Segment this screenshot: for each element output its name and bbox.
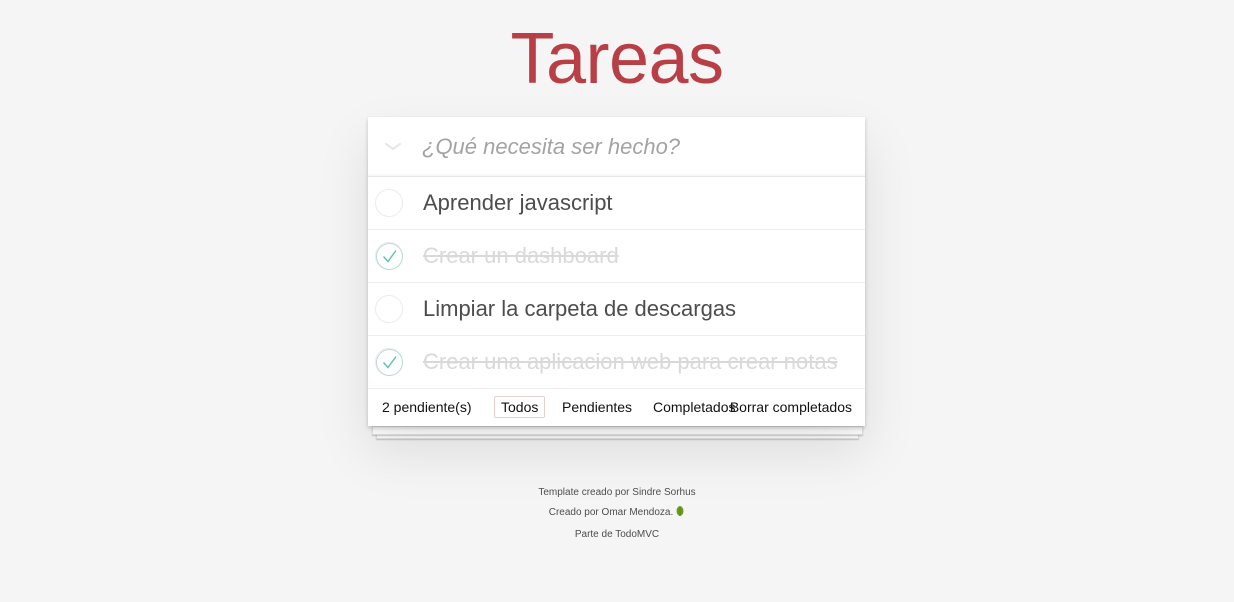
filter-all[interactable]: Todos: [494, 396, 546, 418]
todo-list: Aprender javascript Crear un dashboard L…: [368, 177, 865, 389]
todo-label[interactable]: Limpiar la carpeta de descargas: [423, 283, 736, 335]
todo-item: Crear un dashboard: [368, 230, 865, 283]
todo-checkbox[interactable]: [375, 295, 403, 323]
info-footer: Template creado por Sindre Sorhus Creado…: [0, 483, 1234, 545]
todo-item: Aprender javascript: [368, 177, 865, 230]
todo-label[interactable]: Crear una aplicacion web para crear nota…: [423, 336, 838, 388]
cactus-icon: [675, 505, 685, 525]
checkmark-icon: [376, 243, 403, 270]
new-todo-row: [368, 117, 865, 177]
toggle-all-chevron-icon[interactable]: [380, 133, 406, 159]
new-todo-input[interactable]: [422, 117, 852, 176]
todo-checkbox[interactable]: [375, 189, 403, 217]
filter-completed[interactable]: Completados: [646, 396, 743, 418]
pending-count: 2 pendiente(s): [382, 399, 472, 415]
page-title: Tareas: [510, 19, 724, 99]
todo-label[interactable]: Aprender javascript: [423, 177, 613, 229]
todo-app: Aprender javascript Crear un dashboard L…: [368, 117, 865, 426]
todo-footer: 2 pendiente(s) Todos Pendientes Completa…: [368, 389, 865, 426]
info-template-credit: Template creado por Sindre Sorhus: [538, 487, 696, 498]
todo-item: Crear una aplicacion web para crear nota…: [368, 336, 865, 389]
todo-label[interactable]: Crear un dashboard: [423, 230, 619, 282]
info-author-line: Creado por Omar Mendoza.: [0, 503, 1234, 525]
todo-checkbox[interactable]: [375, 242, 403, 270]
info-todomvc: Parte de TodoMVC: [574, 529, 660, 540]
checkmark-icon: [376, 349, 403, 376]
todo-checkbox[interactable]: [375, 348, 403, 376]
todo-item: Limpiar la carpeta de descargas: [368, 283, 865, 336]
list-stack-shadow: [372, 426, 863, 435]
clear-completed-button[interactable]: Borrar completados: [730, 389, 852, 426]
filter-pending[interactable]: Pendientes: [555, 396, 639, 418]
info-author-credit: Creado por Omar Mendoza.: [548, 507, 674, 518]
